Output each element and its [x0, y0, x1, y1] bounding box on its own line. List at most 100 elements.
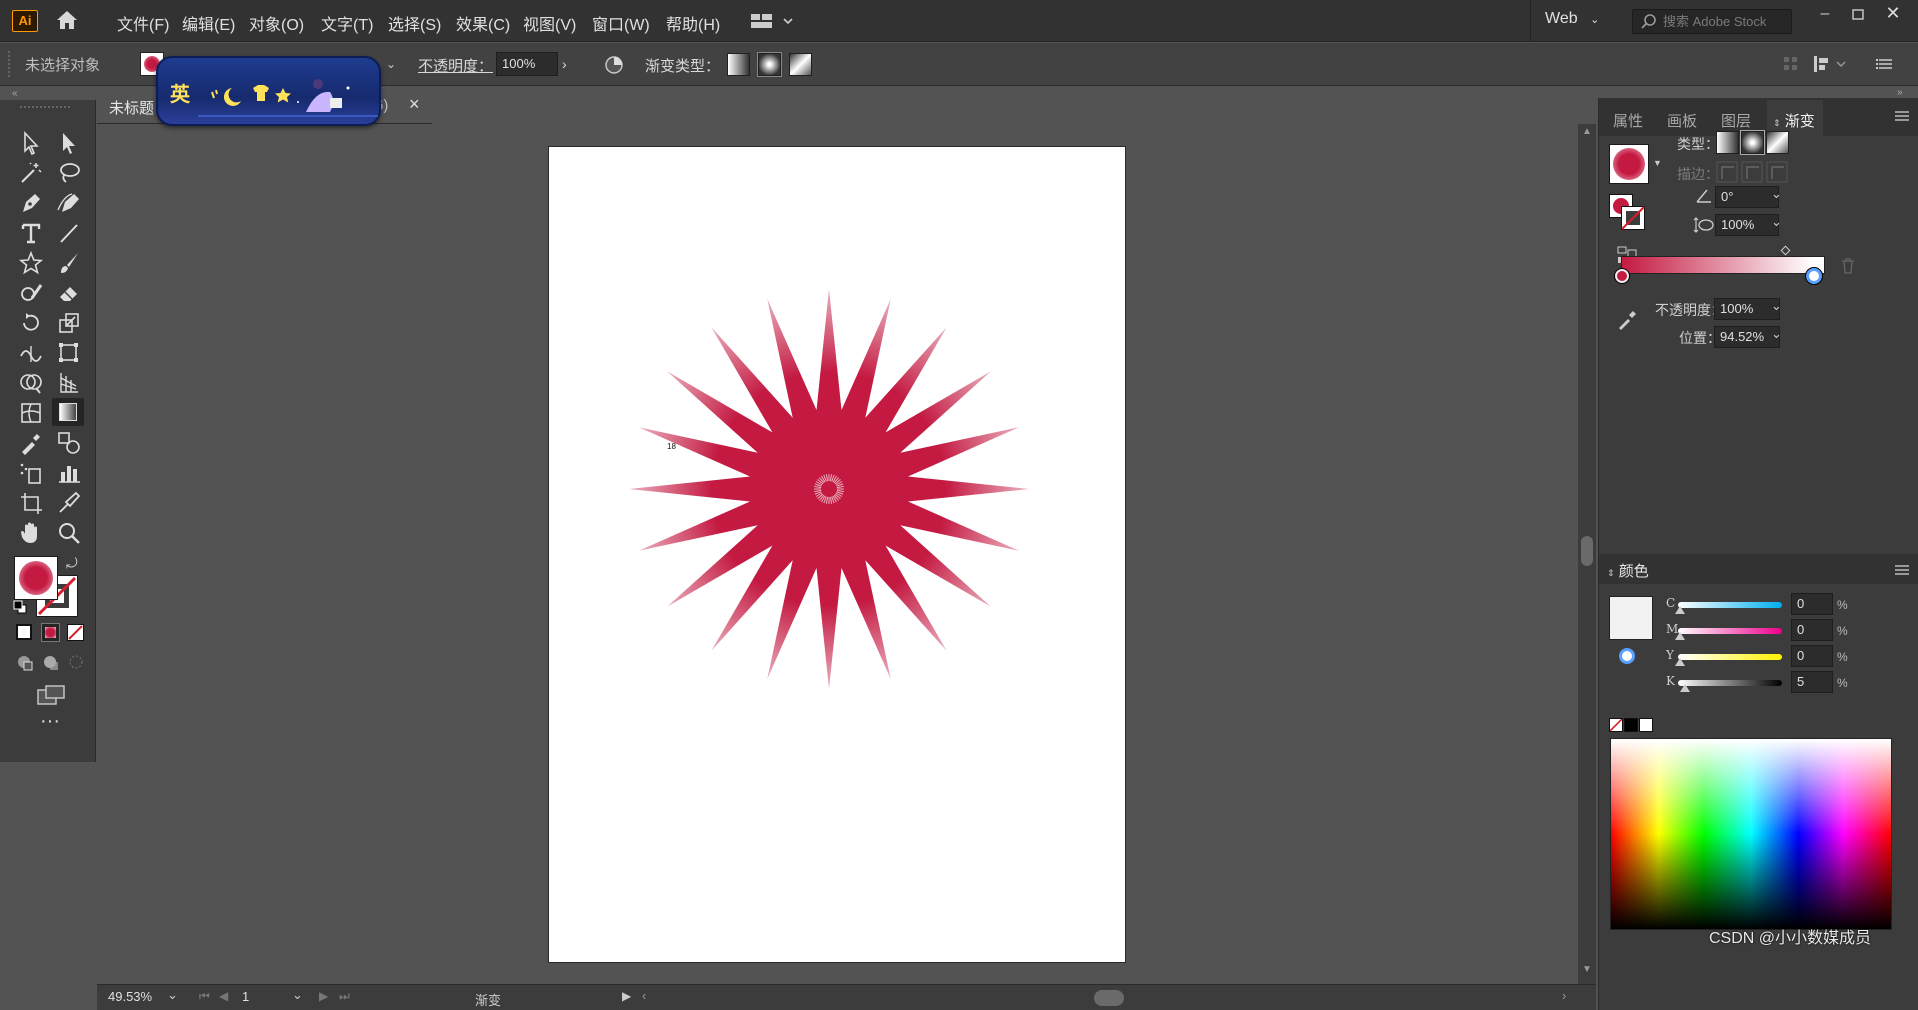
- current-color-swatch[interactable]: [1609, 596, 1653, 640]
- tab-properties[interactable]: 属性: [1613, 110, 1643, 131]
- draw-normal-icon[interactable]: [16, 654, 34, 672]
- gradient-tool-icon[interactable]: [52, 398, 84, 426]
- screen-mode-icon[interactable]: [36, 684, 66, 706]
- color-spectrum[interactable]: [1610, 738, 1892, 930]
- line-segment-tool-icon[interactable]: [56, 220, 86, 246]
- symbol-sprayer-tool-icon[interactable]: [18, 460, 48, 486]
- artboard[interactable]: 18: [548, 146, 1126, 963]
- pen-tool-icon[interactable]: [18, 190, 48, 216]
- panel-menu-icon[interactable]: [1876, 56, 1894, 72]
- none-mode-button[interactable]: [67, 624, 84, 641]
- color-mode-button[interactable]: [16, 624, 32, 640]
- gradient-presets-dropdown-icon[interactable]: ▼: [1653, 158, 1662, 168]
- curvature-tool-icon[interactable]: [56, 190, 86, 216]
- toolbar-collapse-icon[interactable]: «: [12, 88, 18, 99]
- perspective-grid-tool-icon[interactable]: [56, 370, 86, 396]
- tab-layers[interactable]: 图层: [1721, 110, 1751, 131]
- menu-effect[interactable]: 效果(C): [456, 11, 510, 35]
- channel-slider[interactable]: [1678, 654, 1782, 660]
- arrange-documents-icon[interactable]: [750, 12, 796, 30]
- panel-options-icon[interactable]: [1895, 110, 1909, 122]
- gradient-end-stop[interactable]: [1806, 268, 1822, 284]
- opacity-label[interactable]: 不透明度：: [418, 55, 493, 76]
- next-artboard-icon[interactable]: ▶: [319, 989, 328, 1003]
- free-transform-tool-icon[interactable]: [56, 340, 86, 366]
- draw-behind-icon[interactable]: [42, 654, 60, 672]
- gradient-mode-button[interactable]: [41, 623, 60, 642]
- artboard-dropdown-icon[interactable]: ⌄: [292, 987, 303, 1003]
- gradient-start-stop[interactable]: [1615, 269, 1629, 283]
- swap-fill-stroke-icon[interactable]: ⤾: [66, 555, 78, 572]
- gradient-preview-swatch[interactable]: [1609, 144, 1649, 184]
- stroke-dropdown-icon[interactable]: ⌄: [386, 57, 396, 71]
- starburst-artwork[interactable]: 18: [549, 147, 1127, 964]
- direct-selection-tool-icon[interactable]: [56, 130, 86, 156]
- eraser-tool-icon[interactable]: [56, 280, 86, 306]
- white-swatch[interactable]: [1639, 718, 1653, 732]
- eyedropper-tool-icon[interactable]: [18, 430, 48, 456]
- lasso-tool-icon[interactable]: [56, 160, 86, 186]
- opacity-field[interactable]: 100%: [496, 52, 558, 76]
- home-icon[interactable]: [55, 9, 79, 31]
- shaper-tool-icon[interactable]: [18, 280, 48, 306]
- gradient-slider-bar[interactable]: [1621, 256, 1825, 274]
- edit-toolbar-icon[interactable]: ···: [40, 711, 60, 731]
- menu-view[interactable]: 视图(V): [523, 11, 576, 35]
- default-fill-stroke-icon[interactable]: [13, 600, 27, 614]
- workspace-switcher[interactable]: Web ⌄: [1545, 10, 1599, 28]
- zoom-dropdown-icon[interactable]: ⌄: [167, 987, 178, 1003]
- channel-value-field[interactable]: 5: [1791, 671, 1833, 693]
- scroll-down-icon[interactable]: ▼: [1582, 964, 1592, 975]
- linear-gradient-button[interactable]: [727, 53, 750, 76]
- zoom-field[interactable]: 49.53%: [103, 988, 163, 1008]
- panel-linear-gradient-button[interactable]: [1716, 131, 1739, 154]
- type-tool-icon[interactable]: [18, 220, 48, 246]
- scale-tool-icon[interactable]: [56, 310, 86, 336]
- shape-builder-tool-icon[interactable]: [18, 370, 48, 396]
- slider-thumb-icon[interactable]: [1675, 632, 1685, 640]
- angle-dropdown-icon[interactable]: ⌄: [1771, 186, 1782, 202]
- close-window-button[interactable]: ✕: [1880, 3, 1906, 25]
- aspect-dropdown-icon[interactable]: ⌄: [1771, 214, 1782, 230]
- menu-file[interactable]: 文件(F): [117, 11, 169, 35]
- width-tool-icon[interactable]: [18, 340, 48, 366]
- black-swatch[interactable]: [1624, 718, 1638, 732]
- magic-wand-tool-icon[interactable]: [18, 160, 48, 186]
- none-swatch[interactable]: [1609, 718, 1623, 732]
- menu-help[interactable]: 帮助(H): [666, 11, 720, 35]
- stop-opacity-dropdown-icon[interactable]: ⌄: [1771, 298, 1782, 314]
- maximize-button[interactable]: [1845, 5, 1871, 25]
- opacity-expand-icon[interactable]: ›: [562, 53, 578, 75]
- selection-tool-icon[interactable]: [18, 130, 48, 156]
- panel-radial-gradient-button[interactable]: [1740, 130, 1765, 155]
- horizontal-scroll-thumb[interactable]: [1094, 990, 1124, 1006]
- last-artboard-icon[interactable]: ⏭: [339, 989, 350, 1004]
- aspect-ratio-field[interactable]: 100%: [1715, 214, 1779, 236]
- zoom-tool-icon[interactable]: [56, 520, 86, 546]
- scroll-right-icon[interactable]: ›: [1562, 988, 1566, 1003]
- panel-collapse-icon[interactable]: »: [1897, 87, 1903, 98]
- first-artboard-icon[interactable]: ⏮: [199, 989, 210, 1004]
- vertical-scrollbar[interactable]: ▲ ▼: [1578, 124, 1596, 984]
- delete-stop-icon[interactable]: [1841, 258, 1855, 274]
- tab-artboards[interactable]: 画板: [1667, 110, 1697, 131]
- channel-slider[interactable]: [1678, 628, 1782, 634]
- fill-stroke-mini-swatch[interactable]: [1609, 194, 1645, 230]
- slider-thumb-icon[interactable]: [1675, 658, 1685, 666]
- scroll-up-icon[interactable]: ▲: [1582, 126, 1592, 137]
- column-graph-tool-icon[interactable]: [56, 460, 86, 486]
- slider-thumb-icon[interactable]: [1680, 684, 1691, 692]
- channel-value-field[interactable]: 0: [1791, 593, 1833, 615]
- menu-select[interactable]: 选择(S): [388, 11, 441, 35]
- close-document-icon[interactable]: ×: [409, 94, 420, 115]
- draw-inside-icon[interactable]: [68, 654, 84, 670]
- gradient-eyedropper-icon[interactable]: [1617, 308, 1637, 330]
- minimize-button[interactable]: –: [1812, 5, 1838, 25]
- menu-edit[interactable]: 编辑(E): [182, 11, 235, 35]
- channel-value-field[interactable]: 0: [1791, 645, 1833, 667]
- slice-tool-icon[interactable]: [56, 490, 86, 516]
- stroke-indicator-icon[interactable]: [1619, 648, 1635, 664]
- radial-gradient-button[interactable]: [757, 52, 782, 77]
- align-distribute-icon[interactable]: [1813, 55, 1847, 73]
- artboard-tool-icon[interactable]: [18, 490, 48, 516]
